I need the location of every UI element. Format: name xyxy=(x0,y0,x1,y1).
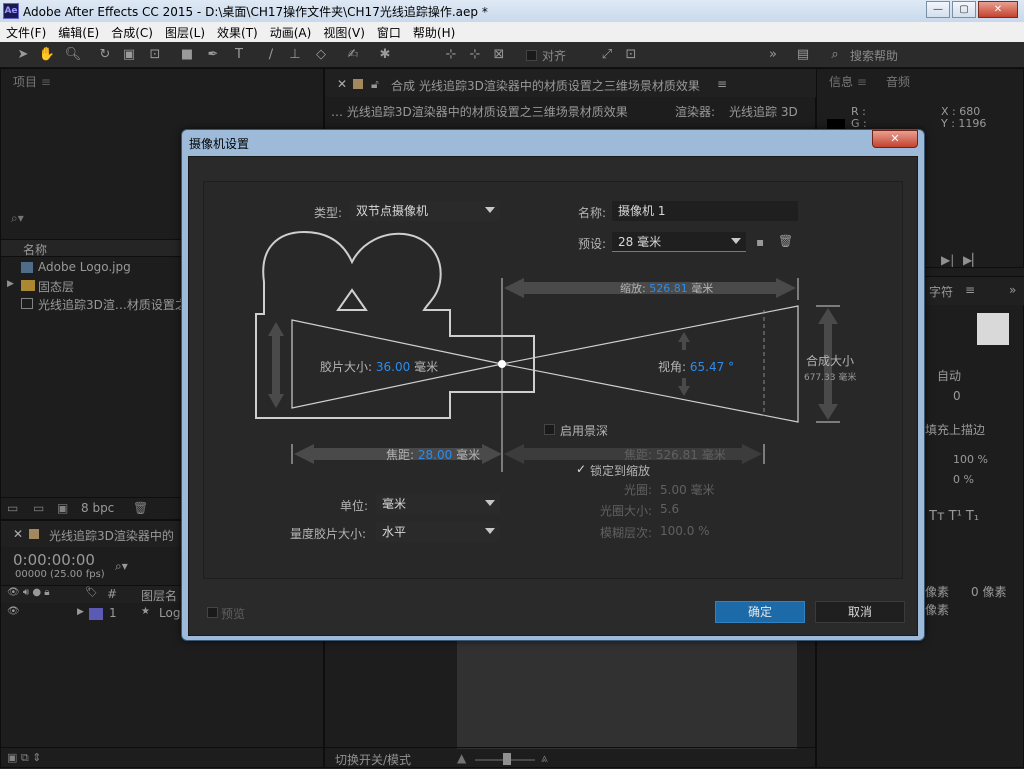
toolbar-overflow-icon[interactable]: » xyxy=(764,46,782,64)
hand-tool-icon[interactable]: ✋ xyxy=(38,46,56,64)
chevron-down-icon xyxy=(485,500,495,506)
angle-arrow-up xyxy=(678,332,690,350)
chevron-down-icon xyxy=(485,528,495,534)
rectangle-tool-icon[interactable]: ■ xyxy=(178,46,196,64)
tools-bar: ➤ ✋ 🔍︎ ↻ ▣ ⊡ ■ ✒ T ∕ ⊥ ◇ ✍ ✱ ⊹ ⊹ ⊠ 对齐 ⤢ … xyxy=(0,42,1024,68)
snap-features-icon[interactable]: ⊡ xyxy=(622,46,640,64)
angle-readout[interactable]: 视角: 65.47 ° xyxy=(658,358,734,375)
maximize-button[interactable]: ▢ xyxy=(952,1,976,18)
selection-tool-icon[interactable]: ➤ xyxy=(14,46,32,64)
camera-triangle-shape xyxy=(336,288,368,311)
menu-bar: 文件(F) 编辑(E) 合成(C) 图层(L) 效果(T) 动画(A) 视图(V… xyxy=(0,22,1024,42)
menu-effect[interactable]: 效果(T) xyxy=(211,24,264,41)
world-axis-icon[interactable]: ⊹ xyxy=(466,46,484,64)
search-help-input[interactable]: 搜索帮助 xyxy=(850,47,898,64)
menu-file[interactable]: 文件(F) xyxy=(0,24,52,41)
pan-behind-tool-icon[interactable]: ⊡ xyxy=(146,46,164,64)
view-angle-cone xyxy=(501,305,799,423)
menu-view[interactable]: 视图(V) xyxy=(317,24,371,41)
focus-distance-readout: 焦距: 526.81 毫米 xyxy=(624,448,726,462)
settings-frame: 类型: 双节点摄像机 名称: 摄像机 1 预设: 28 毫米 ▪ 🗑︎ 缩放: … xyxy=(203,181,903,579)
snap-checkbox[interactable] xyxy=(526,50,537,61)
after-effects-app-icon: Ae xyxy=(3,3,19,19)
menu-help[interactable]: 帮助(H) xyxy=(407,24,461,41)
puppet-pin-tool-icon[interactable]: ✱ xyxy=(376,46,394,64)
fstop-value: 5.6 xyxy=(660,502,680,516)
camera-tool-icon[interactable]: ▣ xyxy=(120,46,138,64)
dialog-close-button[interactable]: ✕ xyxy=(872,130,918,148)
lock-to-zoom-checkmark-icon[interactable]: ✓ xyxy=(576,462,586,476)
aperture-value: 5.00 毫米 xyxy=(660,483,715,497)
lens-point xyxy=(498,360,506,368)
focal-length-readout[interactable]: 焦距: 28.00 毫米 xyxy=(386,446,480,463)
window-title: Adobe After Effects CC 2015 - D:\桌面\CH17… xyxy=(23,4,488,19)
blur-level-value: 100.0 % xyxy=(660,524,710,538)
search-help-icon: ⌕ xyxy=(831,47,839,62)
zoom-tool-icon[interactable]: 🔍︎ xyxy=(64,46,82,64)
blur-level-label: 模糊层次: xyxy=(600,526,653,540)
lock-to-zoom-label: 锁定到缩放 xyxy=(590,464,651,478)
camera-body-shape xyxy=(255,230,535,419)
rotate-tool-icon[interactable]: ↻ xyxy=(96,46,114,64)
dof-checkbox[interactable] xyxy=(544,424,555,435)
menu-edit[interactable]: 编辑(E) xyxy=(52,24,105,41)
units-select[interactable]: 毫米 xyxy=(376,494,500,514)
angle-arrow-down xyxy=(678,378,690,396)
text-tool-icon[interactable]: T xyxy=(230,46,248,64)
view-axis-icon[interactable]: ⊠ xyxy=(490,46,508,64)
dialog-title: 摄像机设置 xyxy=(189,137,250,151)
clone-stamp-tool-icon[interactable]: ⊥ xyxy=(286,46,304,64)
comp-size-value: 677.33 毫米 xyxy=(804,373,857,383)
workspace-icon[interactable]: ▤ xyxy=(794,46,812,64)
local-axis-icon[interactable]: ⊹ xyxy=(442,46,460,64)
ok-button[interactable]: 确定 xyxy=(715,601,805,623)
pen-tool-icon[interactable]: ✒ xyxy=(204,46,222,64)
film-size-readout[interactable]: 胶片大小: 36.00 毫米 xyxy=(320,358,438,375)
camera-settings-dialog: 摄像机设置 ✕ 类型: 双节点摄像机 名称: 摄像机 1 预设: 28 毫米 ▪… xyxy=(181,129,925,641)
dof-label: 启用景深 xyxy=(560,424,609,438)
preview-checkbox[interactable] xyxy=(207,607,218,618)
camera-diagram xyxy=(255,230,840,472)
menu-layer[interactable]: 图层(L) xyxy=(159,24,211,41)
dialog-body: 类型: 双节点摄像机 名称: 摄像机 1 预设: 28 毫米 ▪ 🗑︎ 缩放: … xyxy=(188,156,918,636)
units-label: 单位: xyxy=(340,499,369,513)
minimize-button[interactable]: — xyxy=(926,1,950,18)
brush-tool-icon[interactable]: ∕ xyxy=(262,46,280,64)
menu-window[interactable]: 窗口 xyxy=(371,24,407,41)
aperture-label: 光圈: xyxy=(624,483,653,497)
window-titlebar: Ae Adobe After Effects CC 2015 - D:\桌面\C… xyxy=(0,0,1024,22)
preview-label: 预览 xyxy=(221,607,246,621)
menu-composition[interactable]: 合成(C) xyxy=(105,24,159,41)
cancel-button[interactable]: 取消 xyxy=(815,601,905,623)
snap-edges-icon[interactable]: ⤢ xyxy=(598,46,616,64)
roto-brush-tool-icon[interactable]: ✍ xyxy=(344,46,362,64)
film-size-arrow xyxy=(268,322,284,408)
snap-label: 对齐 xyxy=(542,49,567,63)
close-window-button[interactable]: ✕ xyxy=(978,1,1018,18)
comp-size-label: 合成大小 xyxy=(806,354,855,368)
eraser-tool-icon[interactable]: ◇ xyxy=(312,46,330,64)
zoom-readout[interactable]: 缩放: 526.81 毫米 xyxy=(620,280,713,296)
fstop-label: 光圈大小: xyxy=(600,504,653,518)
menu-animation[interactable]: 动画(A) xyxy=(264,24,318,41)
measure-film-label: 量度胶片大小: xyxy=(290,527,367,541)
measure-film-select[interactable]: 水平 xyxy=(376,522,500,542)
